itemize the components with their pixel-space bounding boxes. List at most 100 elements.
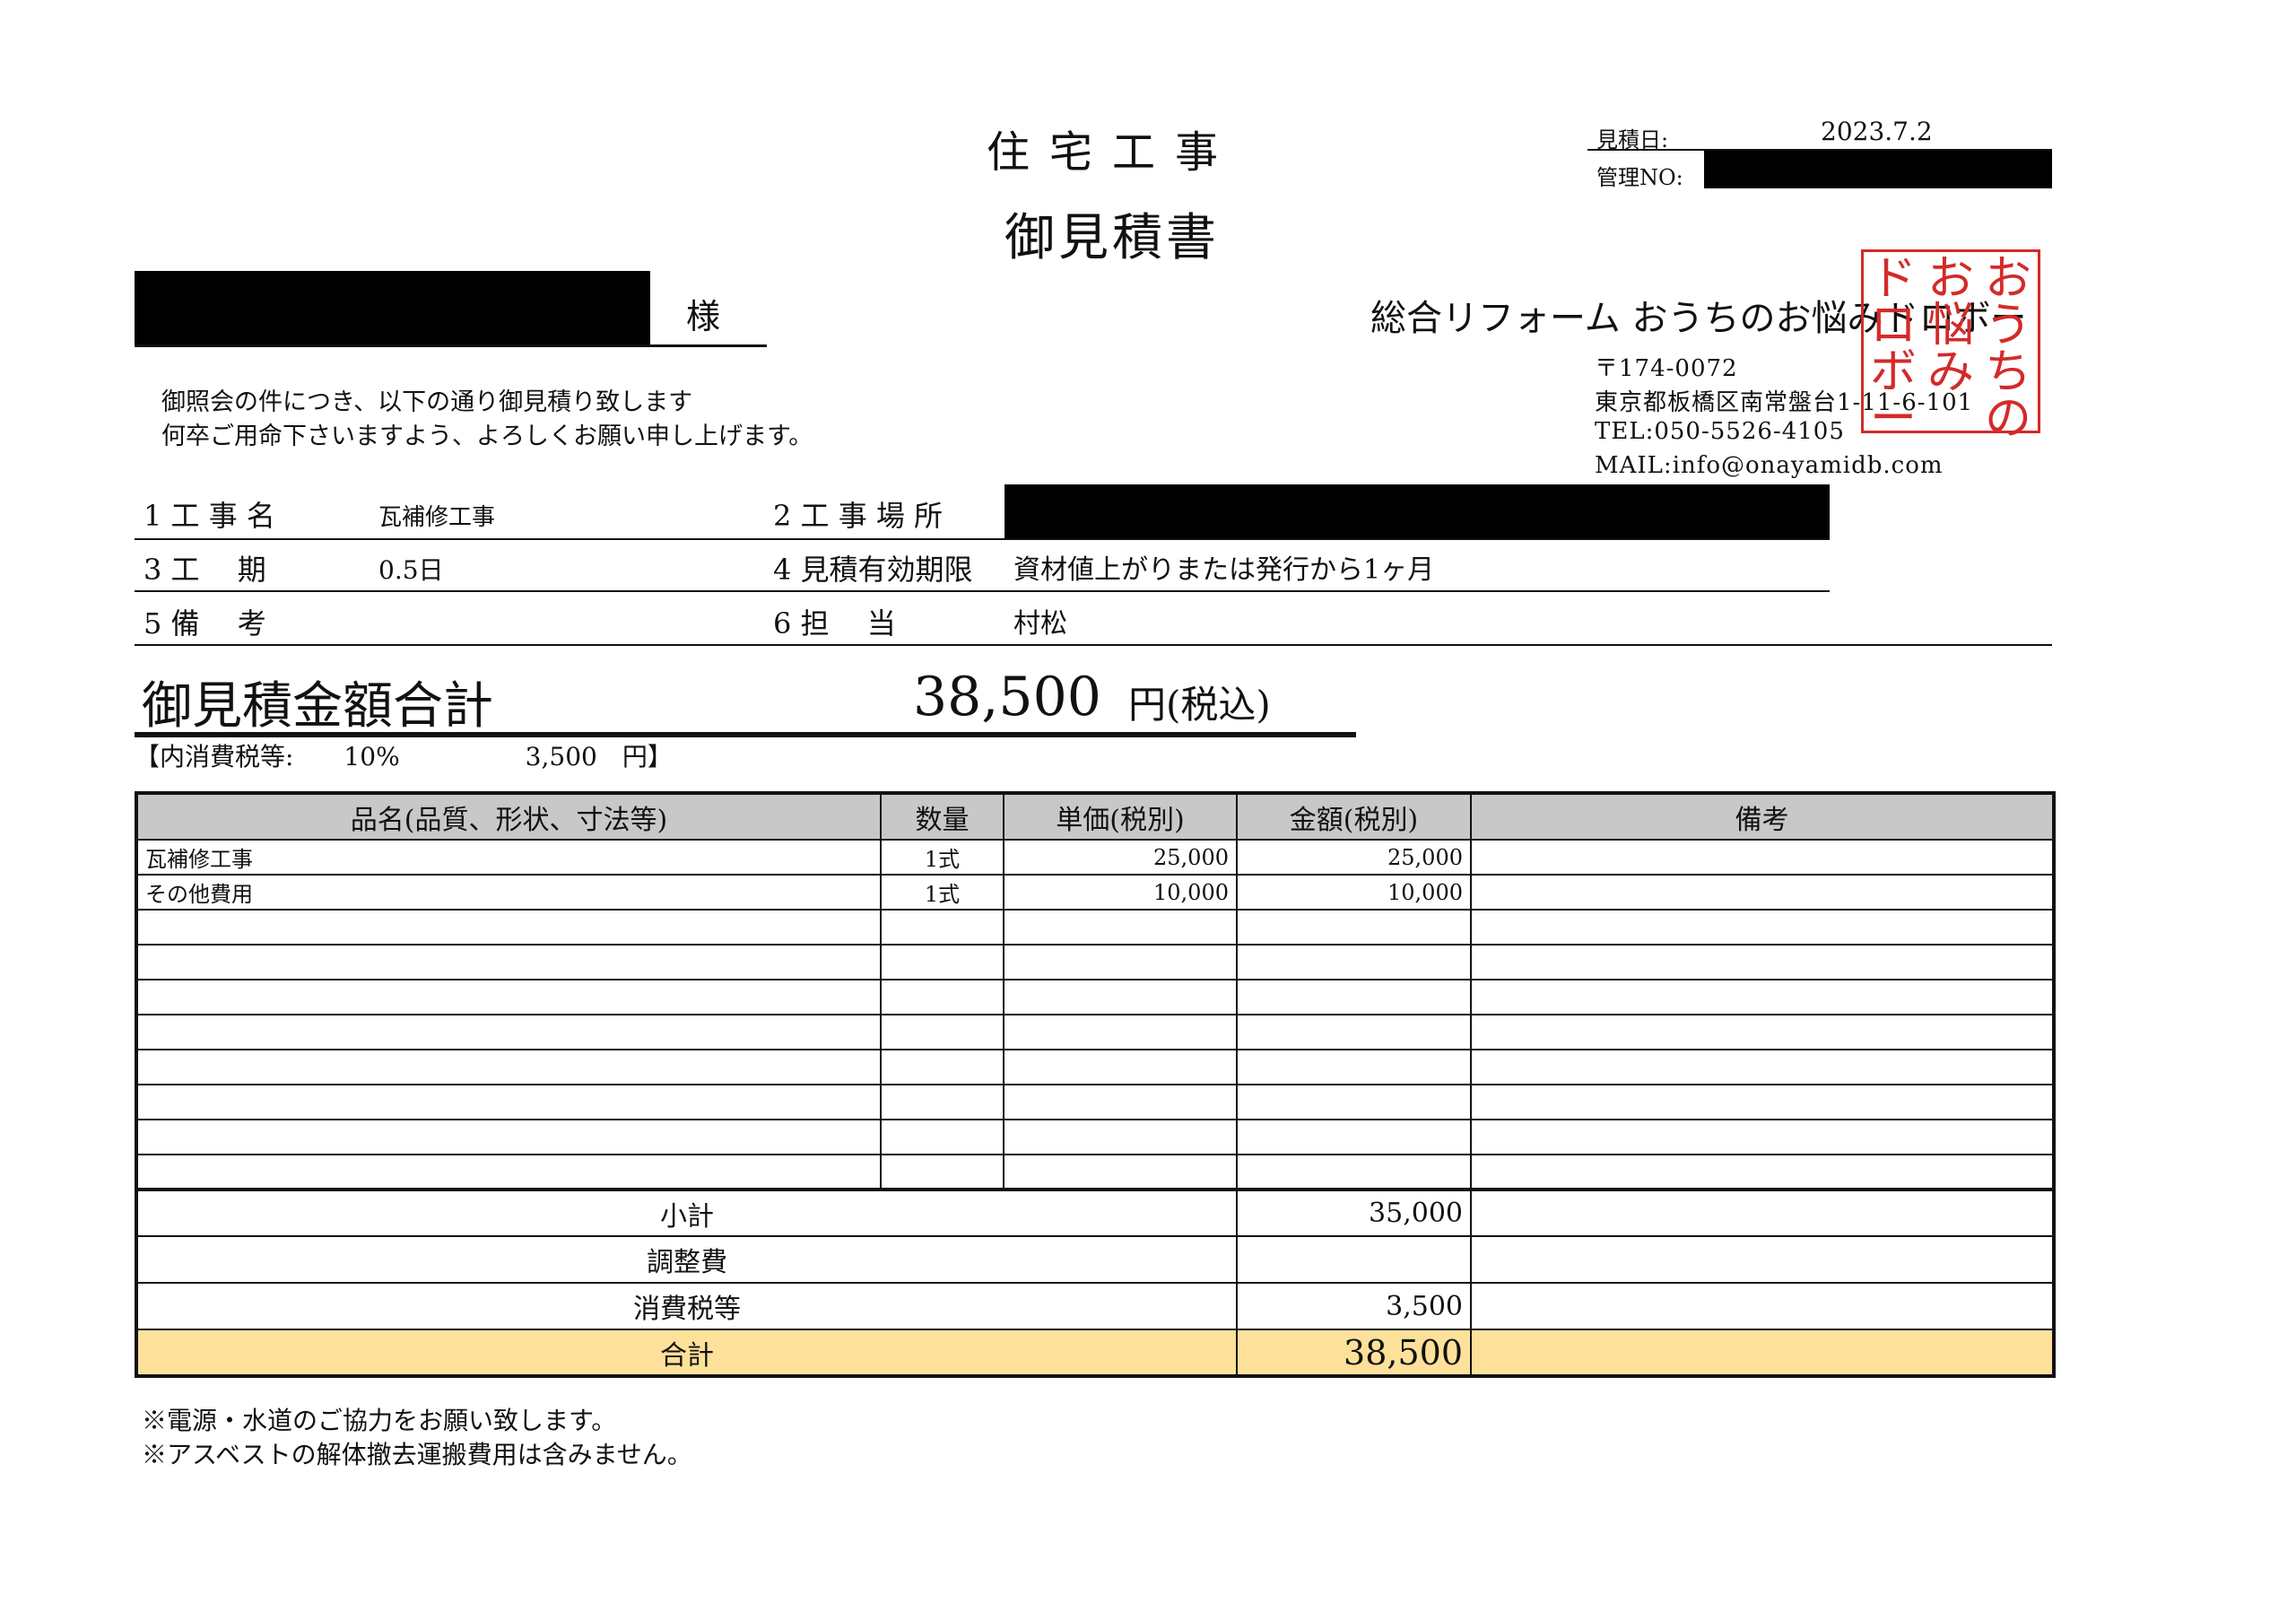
subtotal-remarks (1470, 1188, 2055, 1237)
cell-item-name (135, 979, 882, 1015)
cell-amount: 10,000 (1236, 874, 1472, 911)
tax-row: 消費税等 3,500 (135, 1282, 2055, 1330)
cell-remarks (1470, 909, 2055, 946)
table-row: その他費用 1式 10,000 10,000 (135, 874, 2055, 911)
subtotal-value: 35,000 (1236, 1188, 1472, 1237)
cell-unit-price: 10,000 (1003, 874, 1238, 911)
cell-quantity: 1式 (880, 874, 1004, 911)
stamp-text-left: ドロボー (1869, 252, 1917, 446)
cell-unit-price: 25,000 (1003, 839, 1238, 876)
tax-note: 【内消費税等: 10% 3,500 円】 (135, 742, 673, 771)
info-row2-line (135, 590, 1830, 592)
company-mail: MAIL:info@onayamidb.com (1595, 452, 1944, 479)
cell-unit-price (1003, 909, 1238, 946)
info-label-validity: 4 見積有効期限 (773, 553, 973, 587)
greeting-line-2: 何卒ご用命下さいますよう、よろしくお願い申し上げます。 (161, 423, 813, 450)
info-value-project-name: 瓦補修工事 (378, 504, 496, 531)
header-quantity: 数量 (880, 791, 1004, 841)
cell-amount (1236, 1084, 1472, 1120)
table-row: 瓦補修工事 1式 25,000 25,000 (135, 839, 2055, 876)
cell-quantity: 1式 (880, 839, 1004, 876)
cell-quantity (880, 1084, 1004, 1120)
cell-remarks (1470, 944, 2055, 980)
header-remarks: 備考 (1470, 791, 2055, 841)
total-value: 38,500 (913, 666, 1101, 728)
cell-quantity (880, 944, 1004, 980)
mgmt-label: 管理NO: (1596, 165, 1683, 190)
customer-honorific: 様 (686, 297, 721, 336)
info-value-period: 0.5日 (378, 555, 444, 585)
table-row (135, 1084, 2055, 1120)
table-row (135, 944, 2055, 980)
info-label-remarks: 5 備 考 (144, 606, 266, 641)
note-1: ※電源・水道のご協力をお願い致します。 (142, 1406, 617, 1435)
adjustment-value (1236, 1235, 1472, 1284)
cell-amount: 25,000 (1236, 839, 1472, 876)
cell-amount (1236, 1154, 1472, 1190)
cell-unit-price (1003, 1084, 1238, 1120)
info-value-validity: 資材値上がりまたは発行から1ヶ月 (1013, 554, 1435, 586)
cell-remarks (1470, 1084, 2055, 1120)
total-label: 御見積金額合計 (142, 677, 493, 736)
table-row (135, 1014, 2055, 1050)
cell-item-name: その他費用 (135, 874, 882, 911)
stamp-text-right: おうちの (1984, 252, 2031, 446)
header-item-name: 品名(品質、形状、寸法等) (135, 791, 882, 841)
company-tel: TEL:050-5526-4105 (1595, 418, 1845, 445)
adjustment-label: 調整費 (135, 1235, 1238, 1284)
cell-remarks (1470, 839, 2055, 876)
table-header-row: 品名(品質、形状、寸法等) 数量 単価(税別) 金額(税別) 備考 (135, 791, 2055, 841)
grand-total-label: 合計 (135, 1329, 1238, 1377)
info-value-person: 村松 (1013, 608, 1067, 640)
cell-quantity (880, 1014, 1004, 1050)
header-unit-price: 単価(税別) (1003, 791, 1238, 841)
table-row (135, 909, 2055, 946)
customer-underline (135, 344, 767, 347)
cell-remarks (1470, 979, 2055, 1015)
cell-remarks (1470, 1119, 2055, 1155)
table-row (135, 1119, 2055, 1155)
cell-remarks (1470, 1049, 2055, 1085)
cell-amount (1236, 909, 1472, 946)
info-row1-line (135, 538, 1830, 540)
cell-item-name: 瓦補修工事 (135, 839, 882, 876)
cell-item-name (135, 1049, 882, 1085)
cell-item-name (135, 909, 882, 946)
cell-amount (1236, 979, 1472, 1015)
cell-item-name (135, 1154, 882, 1190)
cell-remarks (1470, 1154, 2055, 1190)
info-label-period: 3 工 期 (144, 553, 266, 587)
adjustment-remarks (1470, 1235, 2055, 1284)
cell-item-name (135, 944, 882, 980)
customer-name-redaction (135, 271, 650, 344)
cell-unit-price (1003, 1014, 1238, 1050)
cell-amount (1236, 1014, 1472, 1050)
grand-total-value: 38,500 (1236, 1329, 1472, 1377)
cell-quantity (880, 1154, 1004, 1190)
cell-quantity (880, 1119, 1004, 1155)
cell-quantity (880, 979, 1004, 1015)
cell-unit-price (1003, 944, 1238, 980)
date-value: 2023.7.2 (1821, 117, 1933, 146)
grand-total-row: 合計 38,500 (135, 1329, 2055, 1377)
note-2: ※アスベストの解体撤去運搬費用は含みません。 (142, 1440, 692, 1469)
cell-item-name (135, 1014, 882, 1050)
header-amount: 金額(税別) (1236, 791, 1472, 841)
cell-remarks (1470, 1014, 2055, 1050)
cell-unit-price (1003, 979, 1238, 1015)
table-row (135, 979, 2055, 1015)
total-unit: 円(税込) (1128, 683, 1271, 727)
mgmt-no-redaction (1704, 151, 2052, 188)
table-row (135, 1154, 2055, 1190)
subtotal-label: 小計 (135, 1188, 1238, 1237)
estimate-items-table: 品名(品質、形状、寸法等) 数量 単価(税別) 金額(税別) 備考 瓦補修工事 1… (135, 791, 2056, 1378)
stamp-text-mid: お悩み (1926, 252, 1974, 399)
cell-quantity (880, 1049, 1004, 1085)
tax-label: 消費税等 (135, 1282, 1238, 1330)
tax-value: 3,500 (1236, 1282, 1472, 1330)
greeting-line-1: 御照会の件につき、以下の通り御見積り致します (161, 388, 693, 416)
table-row (135, 1049, 2055, 1085)
grand-total-remarks (1470, 1329, 2055, 1377)
cell-item-name (135, 1084, 882, 1120)
cell-unit-price (1003, 1049, 1238, 1085)
